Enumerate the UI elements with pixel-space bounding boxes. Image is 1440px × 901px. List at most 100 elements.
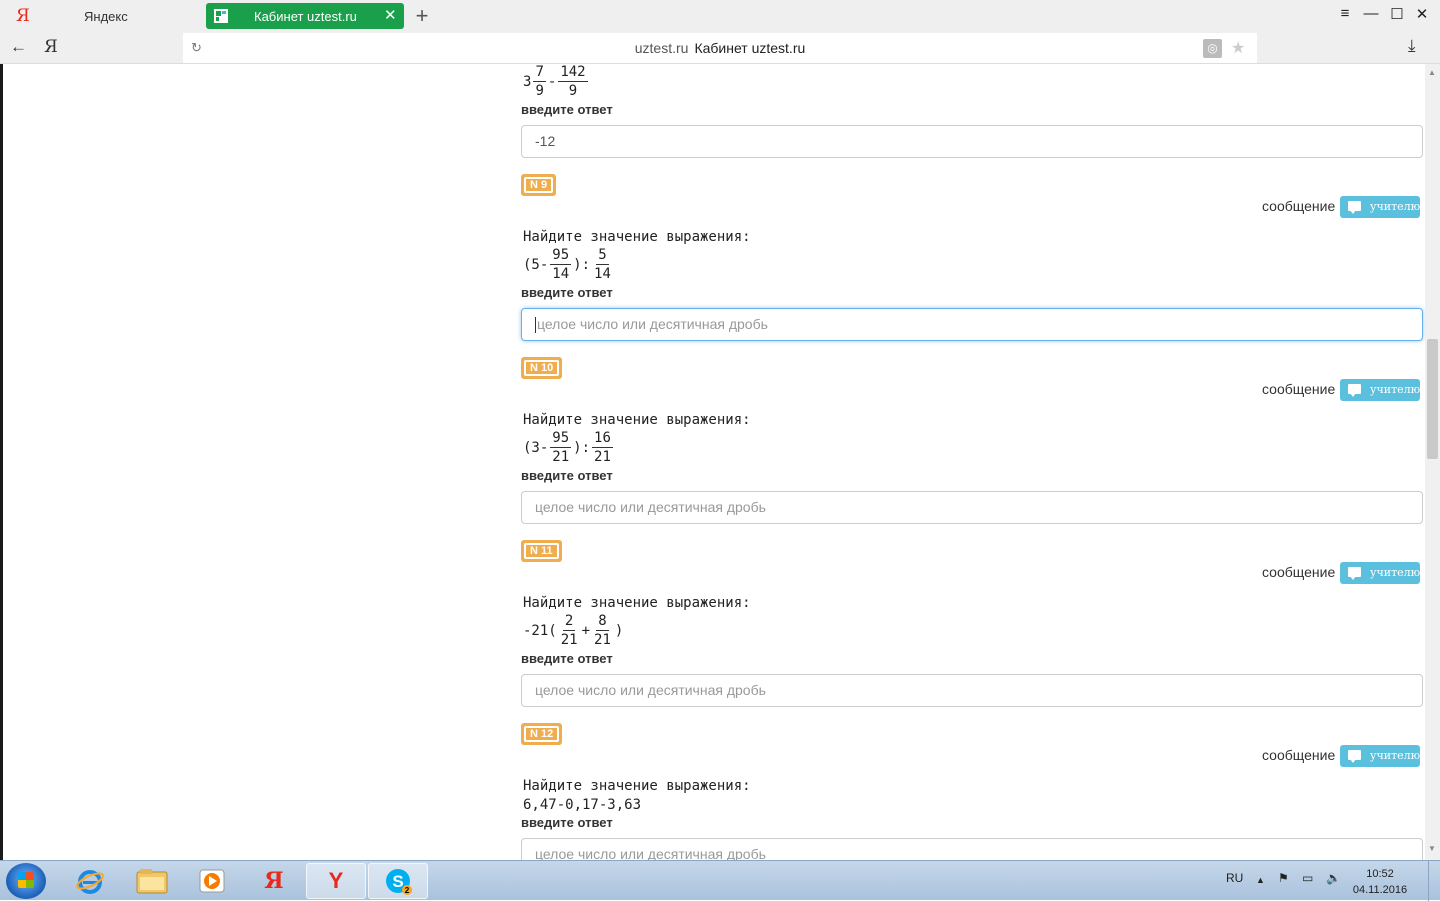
question-number-badge: N 9 (521, 174, 557, 196)
question-number-badge: N 12 (521, 723, 563, 745)
badge-text: N 12 (524, 726, 560, 742)
clock-date: 04.11.2016 (1352, 884, 1408, 896)
message-button-label: учителю (1370, 749, 1421, 762)
chat-bubble-icon (1348, 201, 1361, 214)
yandex-browser-icon[interactable]: Я (244, 863, 304, 899)
fraction-denominator: 9 (535, 83, 544, 99)
fraction-numerator: 8 (596, 613, 609, 631)
windows-taskbar: Я Y S2 RU ▲ ⚑ ▭ 🔈 10:52 04.11.2016 (0, 860, 1440, 901)
page-content: 3 7 9 - 142 9 введите ответ -12 N 9 сооб… (0, 0, 1425, 860)
fraction: 16 21 (592, 429, 613, 466)
fraction-numerator: 16 (592, 430, 613, 448)
message-button-label: учителю (1370, 383, 1421, 396)
fraction-denominator: 14 (594, 266, 611, 282)
fraction-numerator: 95 (550, 430, 572, 448)
fraction-numerator: 2 (562, 613, 576, 631)
expr-part: (5- (523, 256, 549, 273)
badge-text: N 11 (524, 543, 559, 559)
volume-icon[interactable]: 🔈 (1326, 871, 1341, 885)
yandex-browser-active-icon[interactable]: Y (306, 863, 366, 899)
fraction-numerator: 142 (558, 64, 588, 82)
message-teacher-button[interactable]: учителю (1340, 562, 1420, 584)
fraction-denominator: 14 (552, 266, 570, 282)
windows-start-button[interactable] (6, 863, 46, 899)
message-label: сообщение (1262, 381, 1336, 397)
answer-input[interactable]: целое число или десятичная дробь (521, 674, 1423, 707)
question-number-badge: N 11 (521, 540, 562, 562)
answer-input[interactable]: целое число или десятичная дробь (521, 308, 1423, 341)
fraction: 7 9 (533, 63, 546, 100)
skype-glyph: S (392, 872, 403, 891)
fraction: 142 9 (558, 63, 588, 100)
question-number-badge: N 10 (521, 357, 563, 379)
expr-operator: - (547, 73, 557, 90)
badge-text: N 9 (524, 177, 554, 193)
fraction: 2 21 (559, 612, 580, 649)
fraction-numerator: 5 (596, 247, 609, 265)
show-hidden-icons-icon[interactable]: ▲ (1256, 875, 1265, 885)
internet-explorer-icon[interactable] (60, 863, 120, 899)
message-label: сообщение (1262, 198, 1336, 214)
expr-whole: 3 (523, 73, 532, 90)
answer-input[interactable]: -12 (521, 125, 1423, 158)
expr-part: ): (573, 256, 591, 273)
question-expression: -21( 2 21 + 8 21 ) (523, 612, 623, 649)
fraction-denominator: 21 (594, 449, 611, 465)
question-expression: 6,47-0,17-3,63 (523, 797, 642, 813)
message-label: сообщение (1262, 747, 1336, 763)
chat-bubble-icon (1348, 567, 1361, 580)
fraction: 5 14 (592, 246, 613, 283)
skype-notification-count: 2 (405, 886, 410, 895)
fraction-denominator: 21 (552, 449, 570, 465)
question-title: Найдите значение выражения: (523, 412, 751, 428)
fraction-denominator: 21 (594, 632, 611, 648)
scroll-up-arrow-icon[interactable]: ▲ (1428, 68, 1436, 77)
expr-part: (3- (523, 439, 549, 456)
message-teacher-button[interactable]: учителю (1340, 745, 1420, 767)
clock-time: 10:52 (1366, 868, 1394, 880)
expr-part: ) (614, 622, 624, 639)
message-button-label: учителю (1370, 200, 1421, 213)
scroll-down-arrow-icon[interactable]: ▼ (1428, 844, 1436, 853)
windows-logo-icon (18, 872, 34, 888)
answer-label: введите ответ (521, 815, 613, 830)
answer-label: введите ответ (521, 102, 613, 117)
answer-label: введите ответ (521, 285, 613, 300)
prev-expression: 3 7 9 - 142 9 (523, 63, 590, 100)
expr-part: -21( (523, 622, 557, 639)
scrollbar-thumb[interactable] (1427, 339, 1438, 459)
question-expression: (5- 95 14 ): 5 14 (523, 246, 615, 283)
answer-placeholder: целое число или десятичная дробь (537, 316, 768, 332)
message-teacher-button[interactable]: учителю (1340, 379, 1420, 401)
text-caret (535, 317, 536, 334)
question-title: Найдите значение выражения: (523, 595, 751, 611)
expr-part: + (581, 622, 591, 639)
message-label: сообщение (1262, 564, 1336, 580)
network-icon[interactable]: ▭ (1302, 871, 1313, 885)
fraction: 95 21 (550, 429, 572, 466)
expr-part: ): (573, 439, 591, 456)
language-indicator[interactable]: RU (1226, 871, 1243, 885)
fraction-denominator: 9 (568, 83, 578, 99)
question-expression: (3- 95 21 ): 16 21 (523, 429, 615, 466)
system-clock[interactable]: 10:52 04.11.2016 (1350, 866, 1410, 898)
message-button-label: учителю (1370, 566, 1421, 579)
fraction-denominator: 21 (560, 632, 578, 648)
page-scrollbar[interactable]: ▲ ▼ (1425, 64, 1440, 860)
fraction-numerator: 7 (533, 64, 546, 82)
show-desktop-button[interactable] (1428, 861, 1440, 901)
file-explorer-icon[interactable] (122, 863, 182, 899)
fraction-numerator: 95 (550, 247, 572, 265)
fraction: 95 14 (550, 246, 572, 283)
answer-input[interactable]: целое число или десятичная дробь (521, 838, 1423, 860)
message-teacher-button[interactable]: учителю (1340, 196, 1420, 218)
media-player-icon[interactable] (182, 863, 242, 899)
question-title: Найдите значение выражения: (523, 778, 751, 794)
action-center-flag-icon[interactable]: ⚑ (1278, 871, 1289, 885)
fraction: 8 21 (592, 612, 613, 649)
answer-input[interactable]: целое число или десятичная дробь (521, 491, 1423, 524)
answer-label: введите ответ (521, 468, 613, 483)
answer-label: введите ответ (521, 651, 613, 666)
badge-text: N 10 (524, 360, 560, 376)
skype-icon[interactable]: S2 (368, 863, 428, 899)
